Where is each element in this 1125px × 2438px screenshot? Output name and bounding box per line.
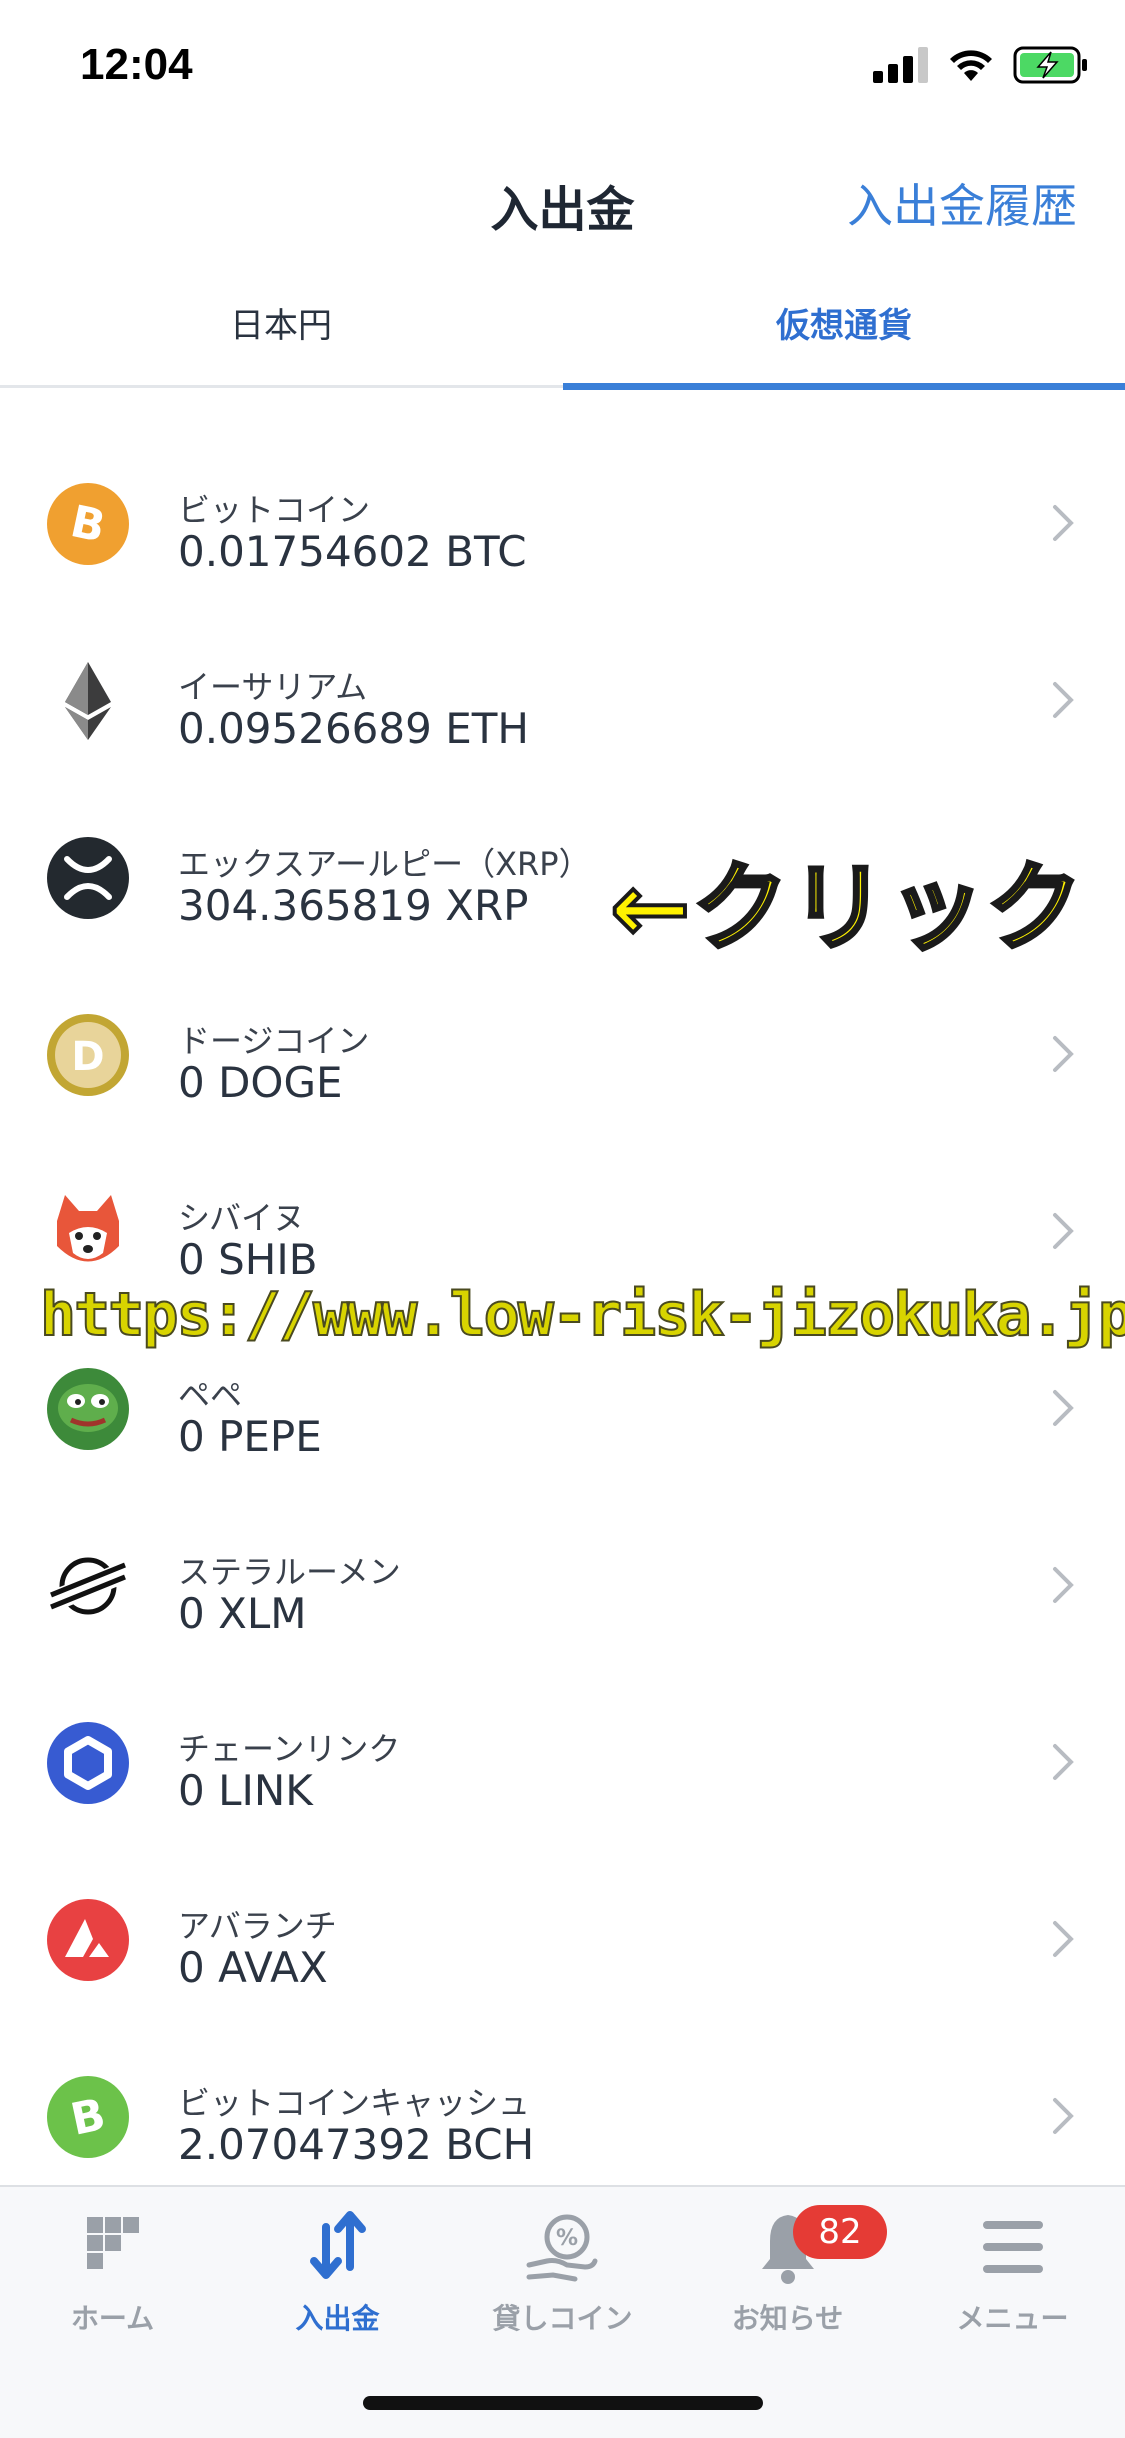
coin-name: イーサリアム bbox=[178, 668, 368, 706]
shiba-inu-icon bbox=[47, 1191, 129, 1273]
coin-amount: 0 PEPE bbox=[178, 1412, 322, 1461]
currency-tabs: 日本円 仮想通貨 bbox=[0, 260, 1125, 390]
chevron-right-icon bbox=[1053, 1036, 1074, 1072]
home-indicator bbox=[363, 2396, 763, 2410]
status-icons bbox=[873, 46, 1089, 84]
coin-name: シバイヌ bbox=[178, 1199, 306, 1237]
coin-name: ビットコインキャッシュ bbox=[178, 2084, 531, 2122]
nav-label: お知らせ bbox=[731, 2302, 844, 2335]
coin-name: ドージコイン bbox=[178, 1022, 370, 1060]
nav-label: 貸しコイン bbox=[492, 2302, 633, 2335]
status-bar: 12:04 bbox=[0, 0, 1125, 140]
coin-amount: 0.09526689 ETH bbox=[178, 704, 529, 753]
coin-amount: 0 AVAX bbox=[178, 1943, 328, 1992]
signal-icon bbox=[873, 47, 928, 83]
chevron-right-icon bbox=[1053, 1744, 1074, 1780]
coin-row-btc[interactable]: B ビットコイン 0.01754602 BTC bbox=[0, 445, 1125, 622]
battery-charging-icon bbox=[1013, 46, 1087, 84]
coin-amount: 0 DOGE bbox=[178, 1058, 343, 1107]
coin-row-xlm[interactable]: ステラルーメン 0 XLM bbox=[0, 1507, 1125, 1684]
svg-text:D: D bbox=[71, 1034, 104, 1080]
nav-notifications[interactable]: 82 お知らせ bbox=[675, 2205, 900, 2357]
coin-name: エックスアールピー（XRP） bbox=[178, 845, 591, 883]
tab-crypto[interactable]: 仮想通貨 bbox=[563, 260, 1125, 385]
xrp-icon bbox=[47, 837, 129, 919]
transfer-arrows-icon bbox=[309, 2211, 366, 2279]
coin-name: ステラルーメン bbox=[178, 1553, 401, 1591]
svg-text:%: % bbox=[555, 2226, 577, 2251]
chevron-right-icon bbox=[1053, 1921, 1074, 1957]
dogecoin-icon: D bbox=[47, 1014, 129, 1096]
coin-amount: 0 LINK bbox=[178, 1766, 313, 1815]
ethereum-icon bbox=[65, 662, 111, 740]
chevron-right-icon bbox=[1053, 2098, 1074, 2134]
coin-row-avax[interactable]: アバランチ 0 AVAX bbox=[0, 1861, 1125, 2038]
nav-label: 入出金 bbox=[295, 2302, 380, 2335]
pepe-icon bbox=[47, 1368, 129, 1450]
lending-coin-icon: % bbox=[526, 2214, 597, 2282]
click-annotation: ←クリック bbox=[608, 850, 1085, 966]
coin-name: ビットコイン bbox=[178, 491, 371, 529]
coin-name: アバランチ bbox=[178, 1907, 337, 1945]
stellar-icon bbox=[48, 1557, 128, 1615]
coin-row-doge[interactable]: D ドージコイン 0 DOGE bbox=[0, 976, 1125, 1153]
bitcoin-cash-icon: B bbox=[47, 2076, 129, 2158]
coin-amount: 0 XLM bbox=[178, 1589, 307, 1638]
chevron-right-icon bbox=[1053, 1213, 1074, 1249]
watermark-url: https://www.low-risk-jizokuka.jp/ bbox=[39, 1279, 1125, 1351]
chevron-right-icon bbox=[1053, 682, 1074, 718]
notification-badge: 82 bbox=[793, 2205, 887, 2259]
chevron-right-icon bbox=[1053, 1390, 1074, 1426]
nav-lending[interactable]: % 貸しコイン bbox=[450, 2207, 675, 2357]
coin-row-eth[interactable]: イーサリアム 0.09526689 ETH bbox=[0, 622, 1125, 799]
coin-name: チェーンリンク bbox=[178, 1730, 401, 1768]
wifi-icon bbox=[950, 50, 992, 81]
nav-home[interactable]: ホーム bbox=[0, 2207, 225, 2357]
bitcoin-icon: B bbox=[47, 483, 129, 565]
coin-name: ペペ bbox=[178, 1376, 243, 1414]
menu-icon bbox=[982, 2221, 1043, 2273]
coin-amount: 304.365819 XRP bbox=[178, 881, 529, 930]
chevron-right-icon bbox=[1053, 505, 1074, 541]
nav-deposit-withdraw[interactable]: 入出金 bbox=[225, 2207, 450, 2357]
chevron-right-icon bbox=[1053, 1567, 1074, 1603]
chainlink-icon bbox=[47, 1722, 129, 1804]
active-tab-indicator bbox=[563, 383, 1125, 390]
coin-row-pepe[interactable]: ペペ 0 PEPE bbox=[0, 1330, 1125, 1507]
coin-amount: 0.01754602 BTC bbox=[178, 527, 527, 576]
home-grid-icon bbox=[86, 2217, 139, 2269]
coin-row-link[interactable]: チェーンリンク 0 LINK bbox=[0, 1684, 1125, 1861]
status-time: 12:04 bbox=[80, 40, 193, 89]
coin-amount: 2.07047392 BCH bbox=[178, 2120, 535, 2169]
tab-japanese-yen[interactable]: 日本円 bbox=[0, 260, 562, 385]
nav-label: ホーム bbox=[70, 2302, 155, 2335]
nav-menu[interactable]: メニュー bbox=[900, 2207, 1125, 2357]
deposit-withdraw-history-link[interactable]: 入出金履歴 bbox=[847, 170, 1077, 236]
avalanche-icon bbox=[47, 1899, 129, 1981]
coin-amount: 0 SHIB bbox=[178, 1235, 318, 1284]
header: 入出金 入出金履歴 bbox=[0, 140, 1125, 260]
nav-label: メニュー bbox=[956, 2302, 1069, 2335]
